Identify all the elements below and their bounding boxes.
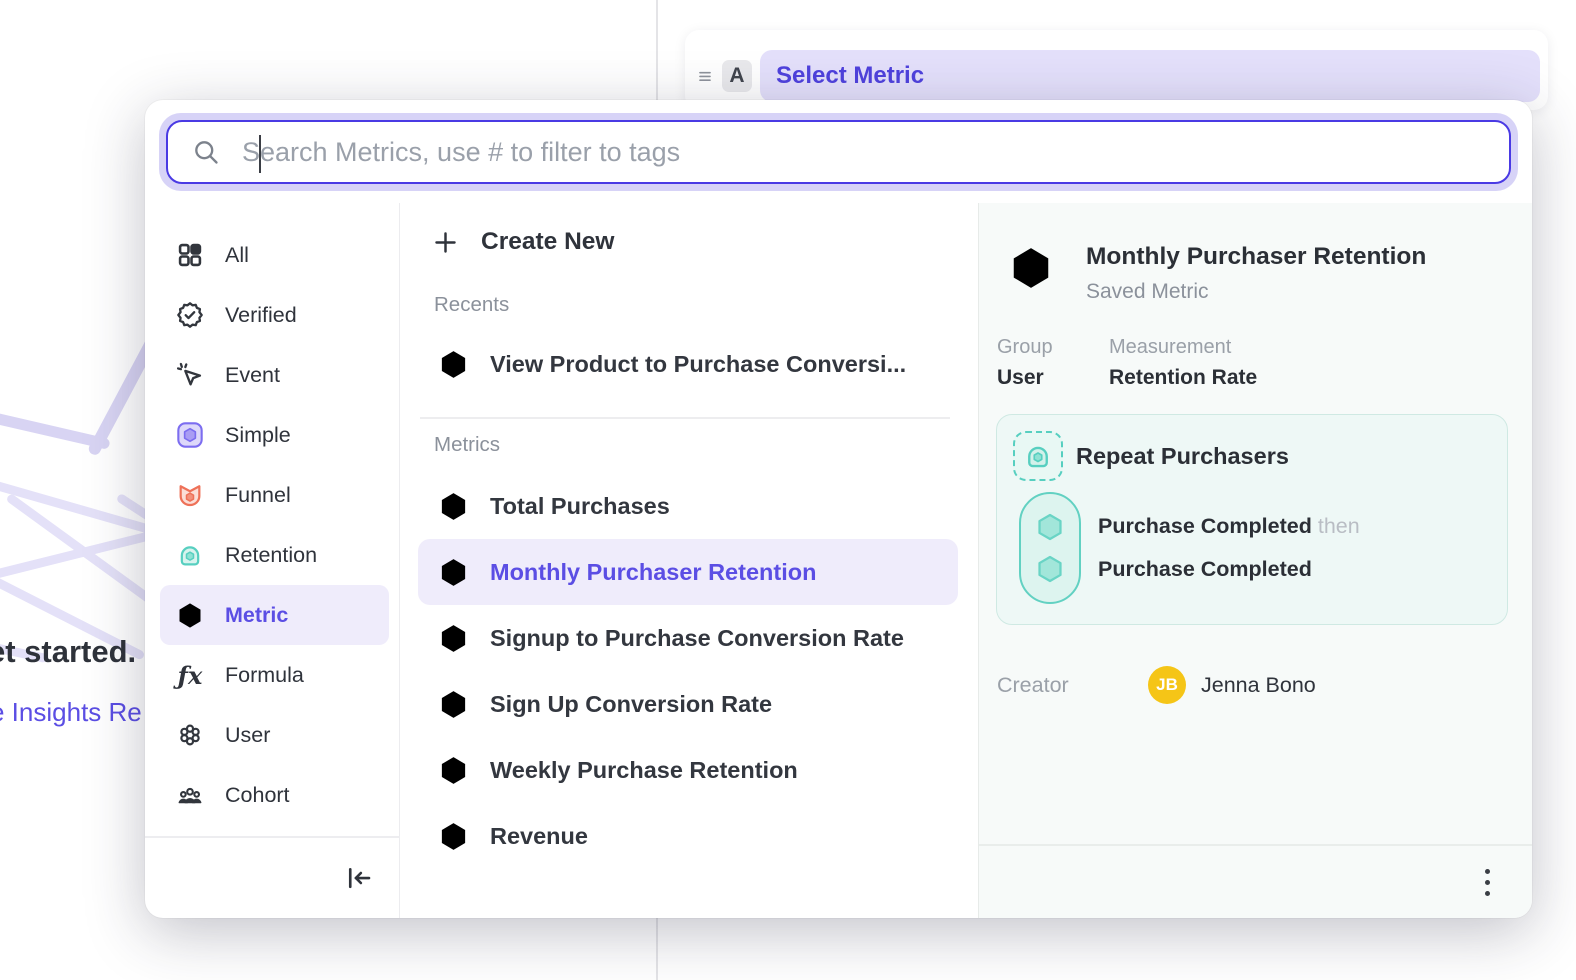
retention-metric-icon xyxy=(438,557,469,588)
badge-check-icon xyxy=(176,301,204,329)
sidebar-item-label: All xyxy=(225,243,249,268)
funnel-metric-icon xyxy=(438,689,469,720)
funnel-metric-icon xyxy=(438,623,469,654)
retention-steps-pill xyxy=(1019,492,1081,604)
metric-hexagon-icon xyxy=(176,601,204,629)
more-options-button[interactable] xyxy=(1479,863,1496,902)
list-item-signup-to-purchase[interactable]: Signup to Purchase Conversion Rate xyxy=(418,605,958,671)
step-2-event: Purchase Completed xyxy=(1098,557,1312,581)
list-item-monthly-purchaser-retention[interactable]: Monthly Purchaser Retention xyxy=(418,539,958,605)
detail-title: Monthly Purchaser Retention xyxy=(1086,243,1426,271)
sidebar-item-label: Event xyxy=(225,363,280,388)
list-item-label: Sign Up Conversion Rate xyxy=(490,691,772,718)
sidebar-item-cohort[interactable]: Cohort xyxy=(160,765,389,825)
repeat-purchasers-card: Repeat Purchasers xyxy=(996,414,1508,625)
search-input[interactable] xyxy=(242,122,1509,182)
cohort-people-icon xyxy=(176,781,204,809)
sidebar-item-label: Verified xyxy=(225,303,297,328)
background-heading-partial: et started. xyxy=(0,634,136,670)
list-item-label: Signup to Purchase Conversion Rate xyxy=(490,625,904,652)
list-item-label: View Product to Purchase Conversi... xyxy=(490,351,906,378)
metric-list-panel: Create New Recents View Product to Purch… xyxy=(400,203,978,918)
user-flower-icon xyxy=(176,721,204,749)
detail-subtitle: Saved Metric xyxy=(1086,280,1426,304)
repeat-purchasers-title: Repeat Purchasers xyxy=(1076,443,1289,470)
retention-metric-icon xyxy=(438,755,469,786)
list-item-signup-conversion[interactable]: Sign Up Conversion Rate xyxy=(418,671,958,737)
group-value: User xyxy=(997,366,1087,390)
metric-detail-panel: Monthly Purchaser Retention Saved Metric… xyxy=(978,203,1532,918)
select-metric-button[interactable]: Select Metric xyxy=(760,50,1540,102)
creator-label: Creator xyxy=(997,673,1148,698)
sidebar-item-label: Funnel xyxy=(225,483,291,508)
sidebar-item-label: User xyxy=(225,723,270,748)
sidebar-item-label: Simple xyxy=(225,423,291,448)
background-link-partial[interactable]: e Insights Re xyxy=(0,697,142,728)
sidebar-item-all[interactable]: All xyxy=(160,225,389,285)
grid-icon xyxy=(176,241,204,269)
sidebar-item-formula[interactable]: ƒx Formula xyxy=(160,645,389,705)
create-new-button[interactable]: Create New xyxy=(418,217,958,267)
filter-sidebar: All Verified xyxy=(145,203,400,918)
metric-row-card: A Select Metric xyxy=(685,30,1548,110)
sidebar-item-event[interactable]: Event xyxy=(160,345,389,405)
collapse-sidebar-button[interactable] xyxy=(340,859,378,897)
list-item-label: Total Purchases xyxy=(490,493,670,520)
step-connector: then xyxy=(1318,514,1360,538)
sidebar-item-label: Formula xyxy=(225,663,304,688)
retention-dashed-icon xyxy=(1013,431,1063,481)
plus-icon xyxy=(432,229,459,256)
sidebar-item-simple[interactable]: Simple xyxy=(160,405,389,465)
list-divider xyxy=(420,417,950,419)
list-item-total-purchases[interactable]: Total Purchases xyxy=(418,473,958,539)
avatar: JB xyxy=(1148,666,1186,704)
creator-row: Creator JB Jenna Bono xyxy=(997,666,1508,704)
list-item-label: Monthly Purchaser Retention xyxy=(490,559,816,586)
funnel-icon xyxy=(176,481,204,509)
search-bar xyxy=(159,113,1518,191)
measurement-value: Retention Rate xyxy=(1109,366,1508,390)
formula-icon: ƒx xyxy=(176,661,204,689)
list-item-weekly-purchase-retention[interactable]: Weekly Purchase Retention xyxy=(418,737,958,803)
hexagon-icon xyxy=(1033,510,1067,544)
select-metric-label: Select Metric xyxy=(776,62,924,90)
screen: et started. e Insights Re A Select Metri… xyxy=(0,0,1576,980)
text-caret xyxy=(259,135,261,173)
sidebar-item-user[interactable]: User xyxy=(160,705,389,765)
metric-letter-badge: A xyxy=(722,60,752,92)
sidebar-footer xyxy=(145,836,400,918)
metrics-header: Metrics xyxy=(434,433,958,457)
sidebar-item-retention[interactable]: Retention xyxy=(160,525,389,585)
create-new-label: Create New xyxy=(481,228,614,256)
creator-name: Jenna Bono xyxy=(1201,673,1316,698)
list-item-revenue[interactable]: Revenue xyxy=(418,803,958,869)
sidebar-item-label: Metric xyxy=(225,603,288,628)
search-icon xyxy=(192,138,220,166)
sidebar-item-metric[interactable]: Metric xyxy=(160,585,389,645)
list-item-label: Weekly Purchase Retention xyxy=(490,757,798,784)
simple-metric-icon xyxy=(438,821,469,852)
group-label: Group xyxy=(997,336,1087,359)
funnel-metric-icon xyxy=(438,349,469,380)
recents-header: Recents xyxy=(434,293,958,317)
simple-hexagon-icon xyxy=(176,421,204,449)
list-item-label: Revenue xyxy=(490,823,588,850)
retention-arch-icon xyxy=(176,541,204,569)
cursor-sparkle-icon xyxy=(176,361,204,389)
sidebar-item-verified[interactable]: Verified xyxy=(160,285,389,345)
sidebar-item-label: Retention xyxy=(225,543,317,568)
retention-metric-icon xyxy=(1008,245,1054,291)
select-metric-modal: All Verified xyxy=(145,100,1532,918)
sidebar-item-funnel[interactable]: Funnel xyxy=(160,465,389,525)
sidebar-item-label: Cohort xyxy=(225,783,290,808)
list-item-recent[interactable]: View Product to Purchase Conversi... xyxy=(418,331,958,397)
hexagon-icon xyxy=(1033,552,1067,586)
drag-handle-icon[interactable] xyxy=(695,66,715,86)
step-1-event: Purchase Completed xyxy=(1098,514,1312,538)
detail-footer xyxy=(979,844,1532,918)
measurement-label: Measurement xyxy=(1109,336,1508,359)
simple-metric-icon xyxy=(438,491,469,522)
